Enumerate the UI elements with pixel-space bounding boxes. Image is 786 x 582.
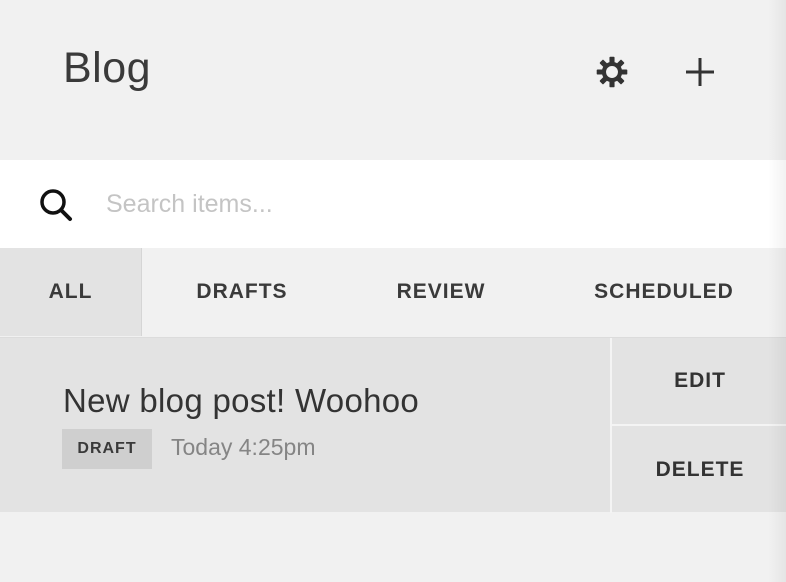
gear-icon [596, 56, 628, 88]
search-icon [40, 189, 72, 221]
plus-icon [686, 58, 714, 86]
post-timestamp: Today 4:25pm [171, 434, 316, 460]
tab-all[interactable]: ALL [0, 248, 142, 336]
search-input[interactable] [106, 184, 706, 224]
add-post-button[interactable] [678, 50, 722, 94]
tab-drafts[interactable]: DRAFTS [142, 248, 342, 336]
tab-scheduled[interactable]: SCHEDULED [540, 248, 786, 336]
post-actions: EDIT DELETE [610, 338, 786, 513]
edit-button[interactable]: EDIT [612, 338, 786, 426]
blog-app: Blog Search items... ALL DRAFTS REVIEW S… [0, 0, 786, 582]
page-title: Blog [63, 44, 152, 92]
filter-tabs: ALL DRAFTS REVIEW SCHEDULED [0, 248, 786, 336]
post-title: New blog post! Woohoo [63, 382, 420, 419]
tab-review[interactable]: REVIEW [342, 248, 540, 336]
list-item: New blog post! Woohoo DRAFT Today 4:25pm… [0, 337, 786, 513]
settings-button[interactable] [590, 50, 634, 94]
delete-button[interactable]: DELETE [612, 426, 786, 513]
header: Blog [0, 0, 786, 160]
post-item[interactable]: New blog post! Woohoo DRAFT Today 4:25pm [0, 338, 610, 513]
search-bar [0, 160, 786, 248]
status-badge: DRAFT [62, 429, 152, 469]
